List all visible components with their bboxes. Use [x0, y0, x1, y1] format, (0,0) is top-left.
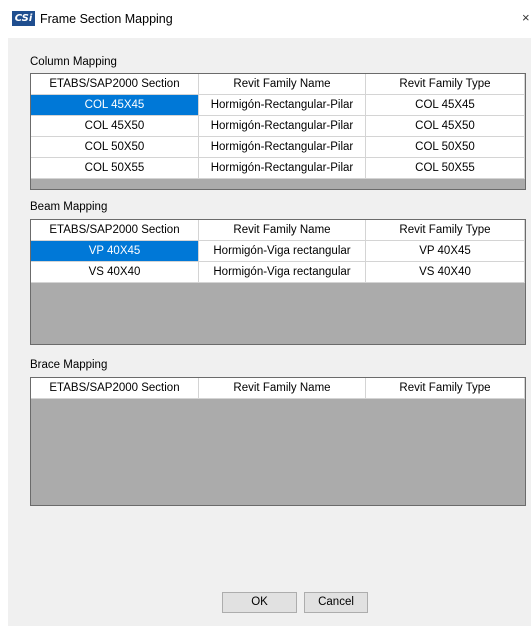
- column-grid-header: ETABS/SAP2000 Section Revit Family Name …: [31, 74, 525, 95]
- ok-button[interactable]: OK: [222, 592, 297, 613]
- brace-header-family-name[interactable]: Revit Family Name: [199, 378, 366, 399]
- table-row[interactable]: COL 50X55 Hormigón-Rectangular-Pilar COL…: [31, 158, 525, 179]
- family-name-cell[interactable]: Hormigón-Rectangular-Pilar: [199, 158, 366, 179]
- table-row[interactable]: COL 50X50 Hormigón-Rectangular-Pilar COL…: [31, 137, 525, 158]
- family-type-cell[interactable]: COL 50X50: [366, 137, 525, 158]
- brace-header-section[interactable]: ETABS/SAP2000 Section: [31, 378, 199, 399]
- table-row[interactable]: VP 40X45 Hormigón-Viga rectangular VP 40…: [31, 241, 525, 262]
- family-name-cell[interactable]: Hormigón-Rectangular-Pilar: [199, 116, 366, 137]
- section-cell[interactable]: COL 45X45: [31, 95, 199, 116]
- column-header-family-type[interactable]: Revit Family Type: [366, 74, 525, 95]
- family-name-cell[interactable]: Hormigón-Viga rectangular: [199, 262, 366, 283]
- section-cell[interactable]: COL 50X55: [31, 158, 199, 179]
- column-mapping-label: Column Mapping: [30, 56, 117, 68]
- table-row[interactable]: VS 40X40 Hormigón-Viga rectangular VS 40…: [31, 262, 525, 283]
- section-cell[interactable]: COL 50X50: [31, 137, 199, 158]
- family-name-cell[interactable]: Hormigón-Rectangular-Pilar: [199, 95, 366, 116]
- column-header-family-name[interactable]: Revit Family Name: [199, 74, 366, 95]
- family-name-cell[interactable]: Hormigón-Viga rectangular: [199, 241, 366, 262]
- beam-header-family-type[interactable]: Revit Family Type: [366, 220, 525, 241]
- window-title: Frame Section Mapping: [40, 12, 173, 26]
- family-type-cell[interactable]: COL 45X50: [366, 116, 525, 137]
- beam-mapping-grid[interactable]: ETABS/SAP2000 Section Revit Family Name …: [30, 219, 526, 345]
- brace-grid-header: ETABS/SAP2000 Section Revit Family Name …: [31, 378, 525, 399]
- title-bar: CSi Frame Section Mapping ×: [0, 0, 531, 38]
- brace-mapping-grid[interactable]: ETABS/SAP2000 Section Revit Family Name …: [30, 377, 526, 506]
- family-type-cell[interactable]: VS 40X40: [366, 262, 525, 283]
- section-cell[interactable]: VS 40X40: [31, 262, 199, 283]
- family-type-cell[interactable]: COL 50X55: [366, 158, 525, 179]
- column-mapping-grid[interactable]: ETABS/SAP2000 Section Revit Family Name …: [30, 73, 526, 190]
- family-type-cell[interactable]: COL 45X45: [366, 95, 525, 116]
- family-type-cell[interactable]: VP 40X45: [366, 241, 525, 262]
- section-cell[interactable]: COL 45X50: [31, 116, 199, 137]
- table-row[interactable]: COL 45X50 Hormigón-Rectangular-Pilar COL…: [31, 116, 525, 137]
- beam-mapping-label: Beam Mapping: [30, 201, 108, 213]
- brace-mapping-label: Brace Mapping: [30, 359, 108, 371]
- family-name-cell[interactable]: Hormigón-Rectangular-Pilar: [199, 137, 366, 158]
- column-header-section[interactable]: ETABS/SAP2000 Section: [31, 74, 199, 95]
- beam-header-family-name[interactable]: Revit Family Name: [199, 220, 366, 241]
- window-border: [0, 38, 8, 626]
- table-row[interactable]: COL 45X45 Hormigón-Rectangular-Pilar COL…: [31, 95, 525, 116]
- beam-header-section[interactable]: ETABS/SAP2000 Section: [31, 220, 199, 241]
- brace-header-family-type[interactable]: Revit Family Type: [366, 378, 525, 399]
- section-cell[interactable]: VP 40X45: [31, 241, 199, 262]
- csi-app-icon: CSi: [12, 11, 35, 26]
- beam-grid-header: ETABS/SAP2000 Section Revit Family Name …: [31, 220, 525, 241]
- cancel-button[interactable]: Cancel: [304, 592, 368, 613]
- close-icon[interactable]: ×: [522, 8, 531, 28]
